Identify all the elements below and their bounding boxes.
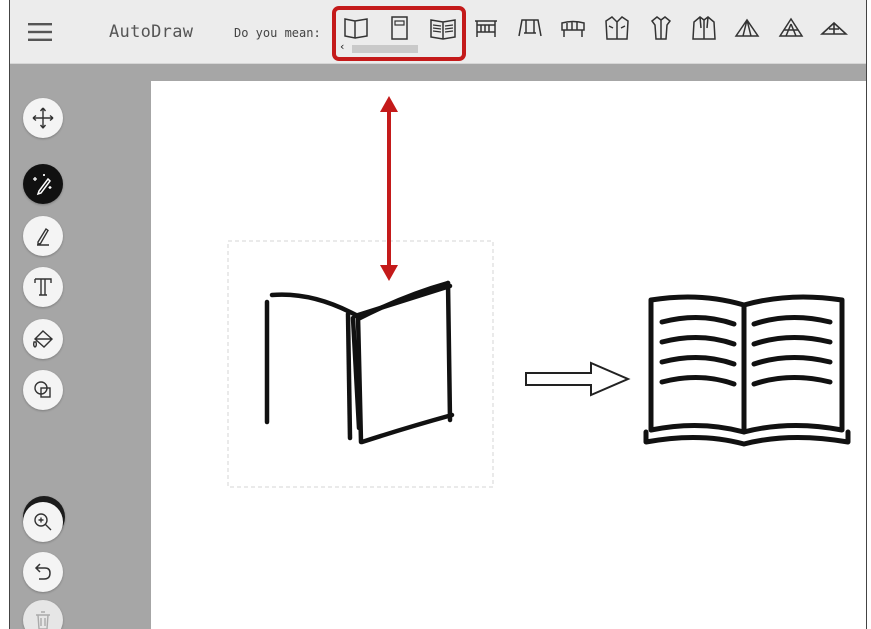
hand-drawn-sketch[interactable] <box>264 280 455 445</box>
app-window: AutoDraw Do you mean: ‹ <box>9 0 867 629</box>
canvas-drawing-layer <box>227 96 851 488</box>
annotation-double-arrow <box>380 96 398 281</box>
arrow-right-icon <box>525 361 631 397</box>
open-book-icon <box>643 294 851 447</box>
